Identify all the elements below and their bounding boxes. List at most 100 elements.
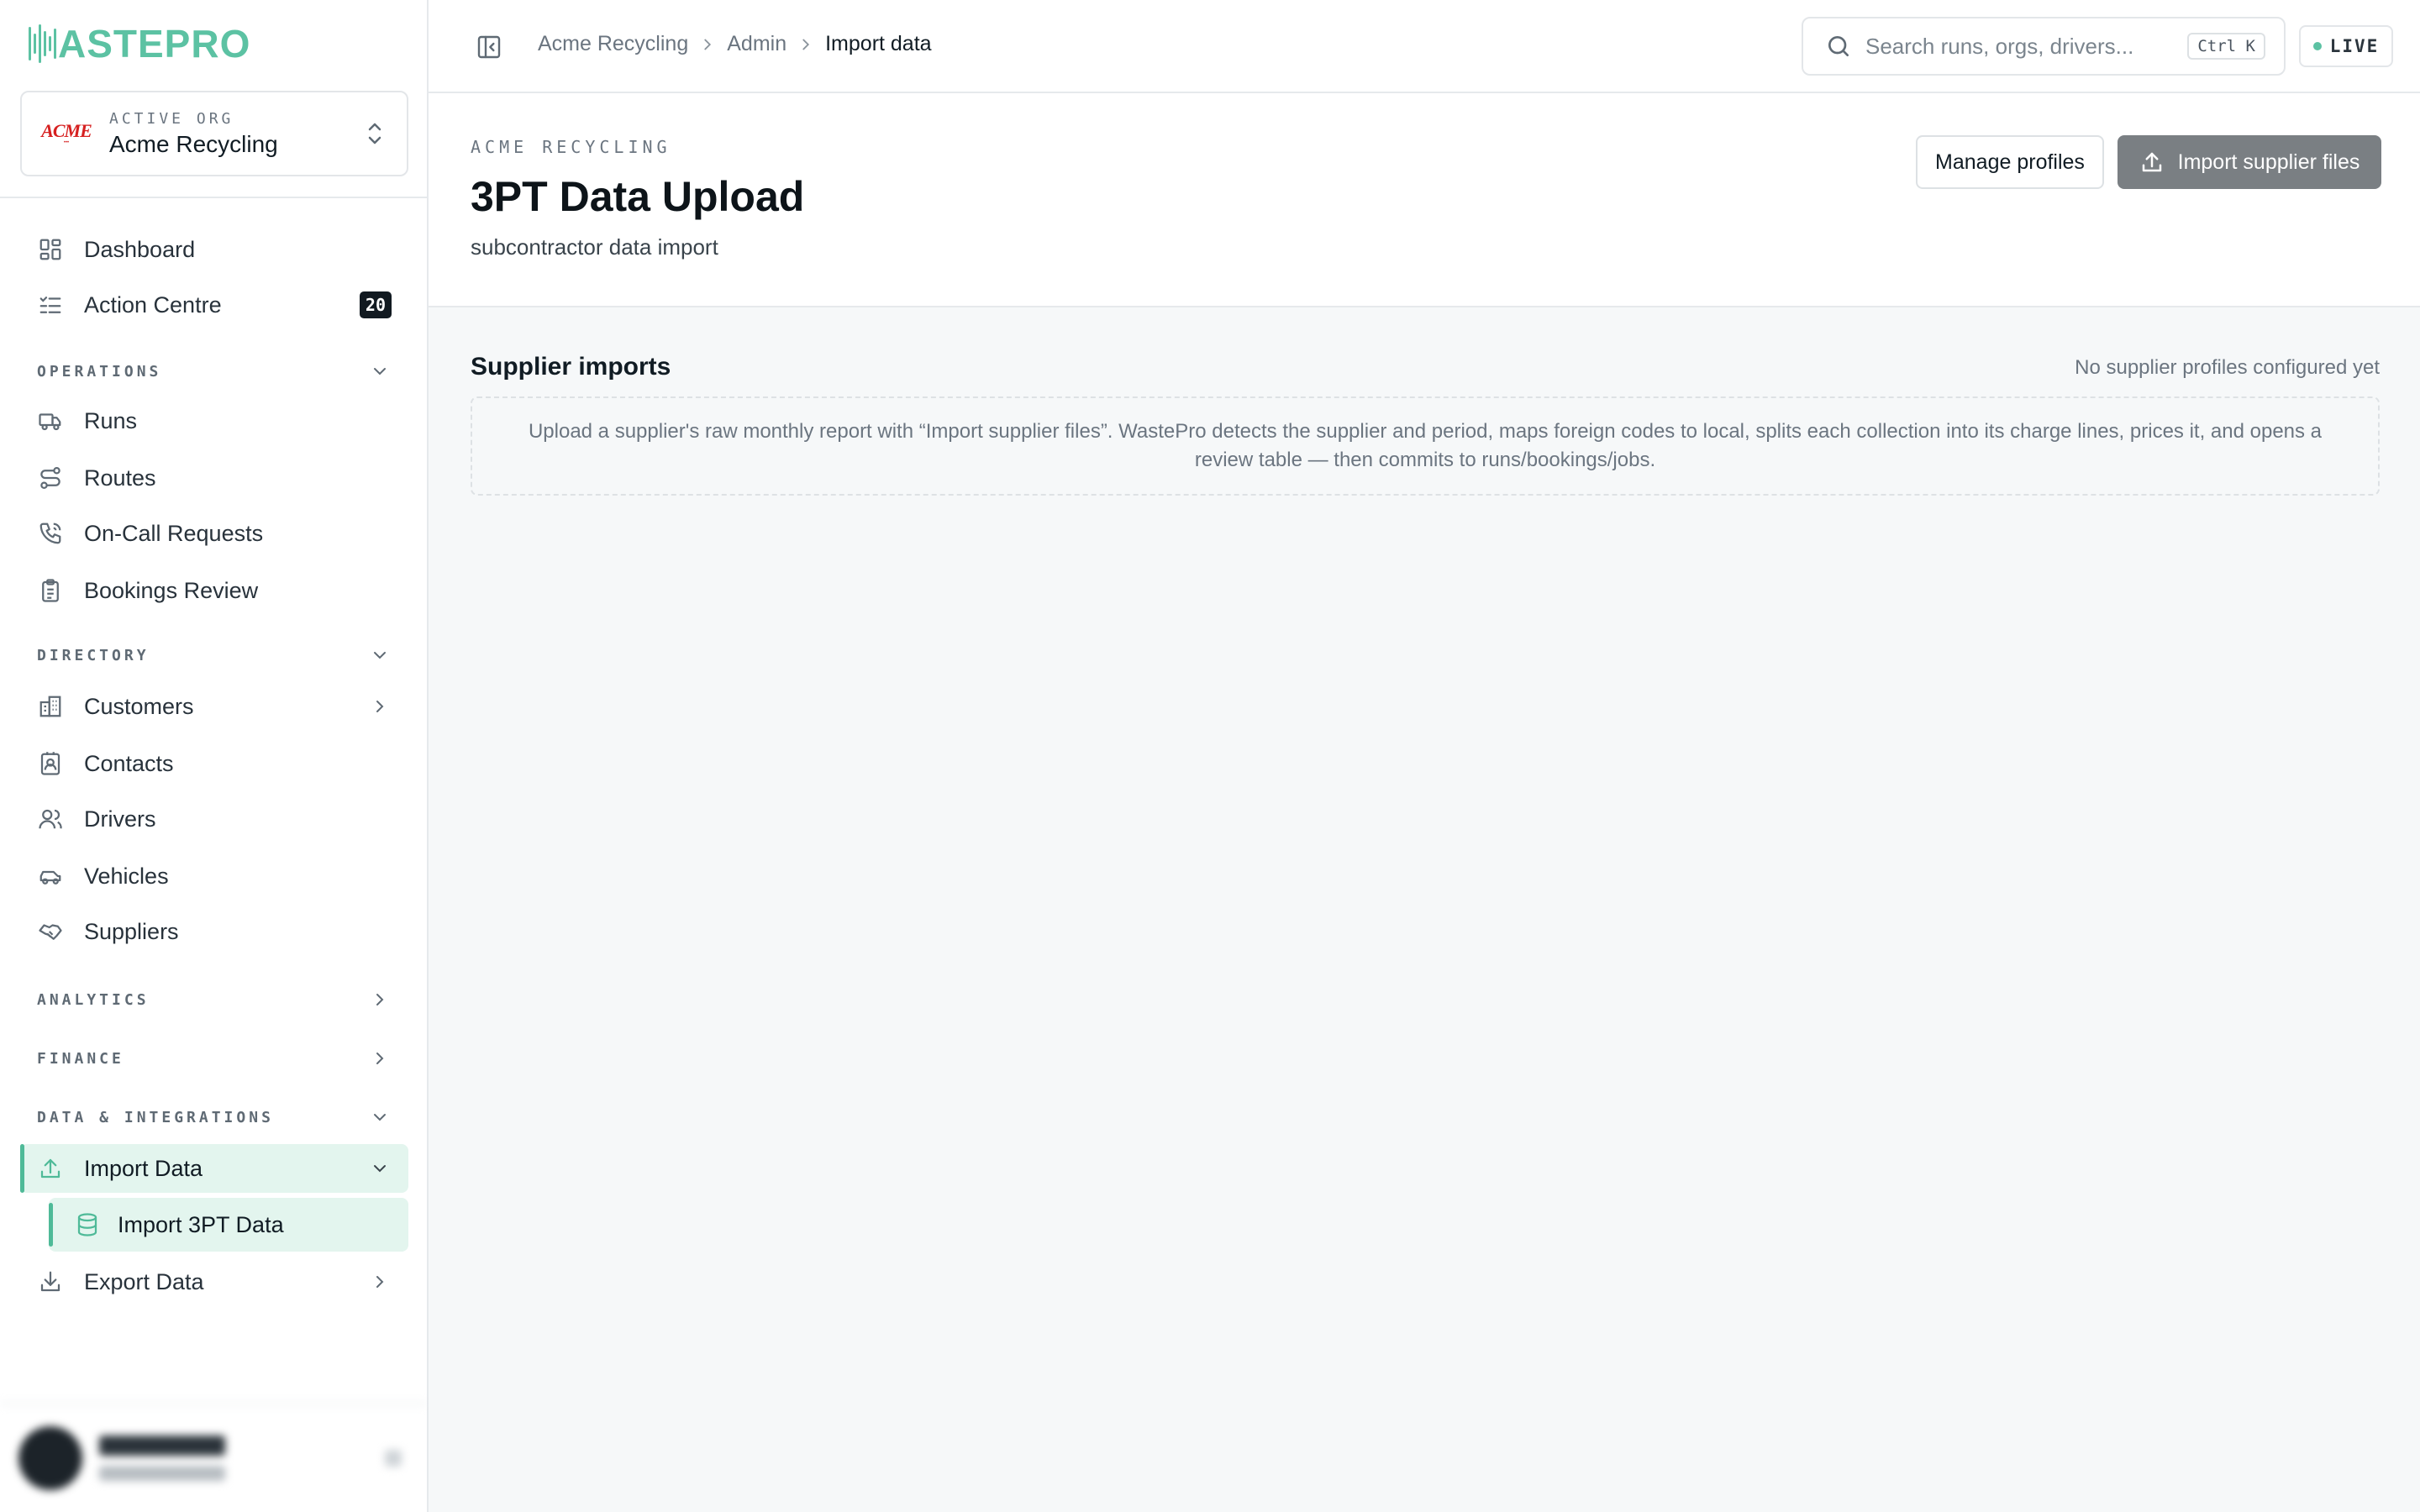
count-badge: 20 — [359, 291, 392, 318]
sidebar-item-label: Import Data — [84, 1155, 203, 1181]
chevron-right-icon — [376, 701, 384, 712]
sidebar-item-routes[interactable]: Routes — [20, 454, 408, 502]
chevron-down-icon — [374, 652, 386, 659]
instructions-text: Upload a supplier's raw monthly report w… — [528, 420, 2323, 471]
brand-logo[interactable]: ASTEPRO — [29, 18, 250, 69]
org-logo: ACME ••• — [41, 120, 92, 146]
breadcrumb: Acme Recycling Admin Import data — [538, 32, 932, 56]
building-icon — [37, 693, 64, 720]
page-title: 3PT Data Upload — [471, 173, 805, 220]
dashboard-icon — [37, 236, 64, 263]
sidebar-item-dashboard[interactable]: Dashboard — [20, 225, 408, 274]
live-status-badge[interactable]: LIVE — [2299, 25, 2393, 67]
empty-state-panel: Upload a supplier's raw monthly report w… — [471, 396, 2380, 496]
truck-icon — [37, 407, 64, 434]
brand-name: ASTEPRO — [58, 22, 251, 66]
sidebar-item-label: Suppliers — [84, 918, 179, 944]
sidebar-item-action-centre[interactable]: Action Centre 20 — [20, 281, 408, 329]
chevron-right-icon — [376, 1276, 384, 1288]
section-analytics[interactable]: ANALYTICS — [20, 983, 408, 1016]
sidebar-item-label: On-Call Requests — [84, 520, 264, 546]
clipboard-icon — [37, 577, 64, 604]
chevron-updown-icon — [368, 123, 381, 144]
chevron-updown-icon — [385, 1450, 402, 1467]
sidebar-item-label: Drivers — [84, 806, 156, 832]
breadcrumb-current: Import data — [825, 32, 932, 55]
sidebar-item-label: Export Data — [84, 1268, 204, 1294]
upload-icon — [2142, 152, 2161, 172]
user-menu[interactable] — [0, 1403, 427, 1512]
search-input[interactable]: Search runs, orgs, drivers... Ctrl K — [1802, 17, 2286, 76]
main-content: Supplier imports No supplier profiles co… — [429, 307, 2420, 1512]
route-icon — [37, 465, 64, 491]
car-icon — [37, 863, 64, 890]
sidebar-item-drivers[interactable]: Drivers — [20, 795, 408, 843]
avatar — [18, 1426, 82, 1490]
section-title: FINANCE — [37, 1049, 124, 1068]
breadcrumb-admin[interactable]: Admin — [727, 32, 786, 56]
import-button-label: Import supplier files — [2177, 150, 2360, 174]
chevron-right-icon — [802, 39, 810, 50]
section-title-supplier-imports: Supplier imports — [471, 353, 671, 381]
sidebar: ASTEPRO ACME ••• ACTIVE ORG Acme Recycli… — [0, 0, 429, 1512]
sidebar-item-import-data[interactable]: Import Data — [20, 1144, 408, 1193]
breadcrumb-org[interactable]: Acme Recycling — [538, 32, 688, 56]
phone-icon — [37, 520, 64, 547]
waveform-icon — [29, 24, 56, 63]
chevron-right-icon — [376, 1053, 384, 1064]
section-directory[interactable]: DIRECTORY — [20, 638, 408, 672]
sidebar-item-label: Contacts — [84, 750, 174, 776]
database-icon — [74, 1211, 101, 1238]
import-supplier-files-button[interactable]: Import supplier files — [2118, 135, 2381, 189]
manage-profiles-button[interactable]: Manage profiles — [1916, 135, 2104, 189]
handshake-icon — [37, 918, 64, 945]
sidebar-item-suppliers[interactable]: Suppliers — [20, 907, 408, 956]
supplier-profiles-status: No supplier profiles configured yet — [2075, 356, 2380, 379]
sidebar-divider — [0, 197, 427, 198]
chevron-down-icon — [374, 368, 386, 375]
sidebar-item-on-call-requests[interactable]: On-Call Requests — [20, 509, 408, 558]
top-bar: Acme Recycling Admin Import data Search … — [429, 0, 2420, 93]
app-window: ASTEPRO ACME ••• ACTIVE ORG Acme Recycli… — [0, 0, 2420, 1512]
sidebar-item-bookings-review[interactable]: Bookings Review — [20, 566, 408, 615]
sidebar-item-vehicles[interactable]: Vehicles — [20, 852, 408, 900]
live-label: LIVE — [2329, 36, 2380, 56]
section-title: ANALYTICS — [37, 990, 150, 1009]
section-operations[interactable]: OPERATIONS — [20, 354, 408, 388]
contact-card-icon — [37, 750, 64, 777]
section-title: DATA & INTEGRATIONS — [37, 1108, 274, 1126]
page-header: ACME RECYCLING 3PT Data Upload subcontra… — [429, 93, 2420, 307]
search-icon — [1828, 36, 1849, 56]
download-icon — [37, 1268, 64, 1295]
sidebar-item-label: Customers — [84, 693, 194, 719]
chevron-right-icon — [704, 39, 712, 50]
org-name: Acme Recycling — [109, 130, 278, 157]
sidebar-item-label: Runs — [84, 407, 138, 433]
chevron-down-icon — [374, 1114, 386, 1121]
sidebar-item-export-data[interactable]: Export Data — [20, 1257, 408, 1306]
org-label: ACTIVE ORG — [109, 109, 234, 128]
section-title: OPERATIONS — [37, 362, 162, 381]
sidebar-item-contacts[interactable]: Contacts — [20, 739, 408, 788]
sidebar-item-import-3pt-data[interactable]: Import 3PT Data — [49, 1198, 408, 1252]
section-data-integrations[interactable]: DATA & INTEGRATIONS — [20, 1100, 408, 1134]
sidebar-item-label: Vehicles — [84, 863, 169, 889]
section-title: DIRECTORY — [37, 646, 150, 664]
sidebar-item-label: Action Centre — [84, 291, 222, 318]
search-placeholder: Search runs, orgs, drivers... — [1865, 33, 2134, 59]
sidebar-item-label: Routes — [84, 465, 156, 491]
sidebar-item-label: Dashboard — [84, 236, 196, 262]
chevron-right-icon — [376, 994, 384, 1005]
checklist-icon — [37, 291, 64, 318]
keyboard-shortcut: Ctrl K — [2187, 33, 2265, 60]
sidebar-item-runs[interactable]: Runs — [20, 396, 408, 445]
section-finance[interactable]: FINANCE — [20, 1042, 408, 1075]
sidebar-item-customers[interactable]: Customers — [20, 682, 408, 731]
chevron-down-icon — [374, 1165, 386, 1173]
org-switcher[interactable]: ACME ••• ACTIVE ORG Acme Recycling — [20, 91, 408, 176]
page-org-label: ACME RECYCLING — [471, 137, 671, 157]
sidebar-toggle-icon[interactable] — [476, 34, 502, 60]
page-subtitle: subcontractor data import — [471, 234, 718, 260]
sidebar-item-label: Bookings Review — [84, 577, 259, 603]
status-dot-icon — [2312, 42, 2322, 50]
